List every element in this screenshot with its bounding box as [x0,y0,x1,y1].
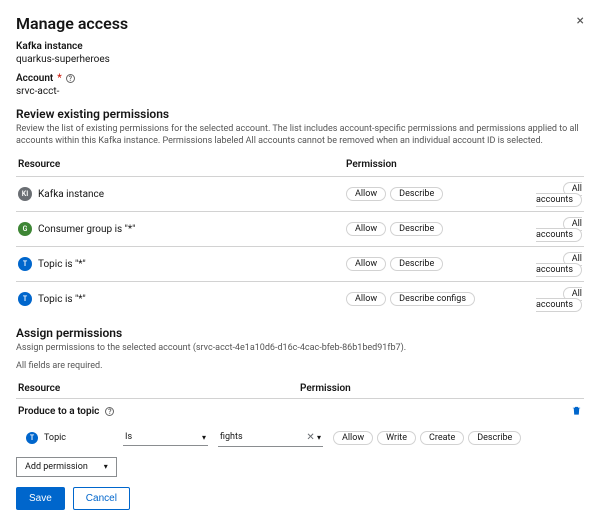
clear-icon[interactable]: ✕ [306,432,314,443]
col-resource: Resource [18,159,340,170]
permission-pill: Allow [346,187,386,201]
page-title: Manage access [16,14,584,33]
permission-pill: Describe [390,187,443,201]
topic-icon: T [26,432,38,444]
resource-type-icon: KI [18,187,32,201]
permission-pill: Describe [468,431,521,445]
permission-pill: Create [420,431,464,445]
assign-desc: Assign permissions to the selected accou… [16,342,584,354]
scope-pill: All accounts [536,287,582,312]
permission-pill: Allow [346,257,386,271]
resource-chip: T Topic [18,431,113,445]
caret-down-icon: ▾ [104,462,108,471]
cancel-button[interactable]: Cancel [73,487,130,510]
permissions-table: Resource Permission KI Kafka instance Allo… [16,153,584,316]
table-row: T Topic is "*" Allow Describe All accounts [16,246,584,281]
assign-template-label: Produce to a topic [18,406,99,417]
permission-pill: Allow [346,292,386,306]
assign-required-note: All fields are required. [16,360,584,372]
scope-pill: All accounts [536,217,582,242]
table-row: G Consumer group is "*" Allow Describe All a… [16,211,584,246]
save-button[interactable]: Save [16,487,65,510]
resource-type-icon: T [18,292,32,306]
review-desc: Review the list of existing permissions … [16,123,584,147]
permission-pill: Describe [390,257,443,271]
close-icon[interactable]: × [577,14,584,28]
kafka-instance-value: quarkus-superheroes [16,54,584,65]
table-row: KI Kafka instance Allow Describe All account… [16,176,584,211]
caret-down-icon: ▾ [317,433,321,442]
required-marker: * [57,73,62,84]
resource-text: Topic is "*" [38,259,86,270]
permission-pill: Describe [390,222,443,236]
review-title: Review existing permissions [16,107,584,121]
assign-title: Assign permissions [16,326,584,340]
account-label: Account [16,73,53,84]
assign-col-permission: Permission [300,383,582,394]
operator-value: Is [125,432,132,442]
account-value: srvc-acct- [16,86,584,97]
resource-text: Consumer group is "*" [38,224,135,235]
caret-down-icon: ▾ [202,433,206,442]
operator-select[interactable]: Is ▾ [123,429,208,446]
resource-type-icon: G [18,222,32,236]
scope-pill: All accounts [536,182,582,207]
resource-text: Kafka instance [38,189,104,200]
permission-pill: Describe configs [390,292,475,306]
topic-name-input[interactable]: fights ✕ ▾ [218,429,323,447]
help-icon[interactable]: ? [66,74,75,83]
kafka-instance-label: Kafka instance [16,41,584,52]
permission-pill: Write [377,431,416,445]
add-permission-button[interactable]: Add permission ▾ [16,457,117,477]
col-permission: Permission [346,159,516,170]
assign-permission-row: T Topic Is ▾ fights ✕ ▾ Allow Write Create… [16,425,584,455]
topic-name-value: fights [220,432,243,442]
resource-type-icon: T [18,257,32,271]
resource-chip-label: Topic [44,433,66,443]
permission-pill: Allow [346,222,386,236]
resource-text: Topic is "*" [38,294,86,305]
assign-col-resource: Resource [18,383,300,394]
table-row: T Topic is "*" Allow Describe configs All ac… [16,281,584,316]
permission-pill: Allow [333,431,373,445]
scope-pill: All accounts [536,252,582,277]
help-icon[interactable]: ? [105,407,114,416]
add-permission-label: Add permission [25,462,88,472]
trash-icon[interactable] [571,405,582,419]
